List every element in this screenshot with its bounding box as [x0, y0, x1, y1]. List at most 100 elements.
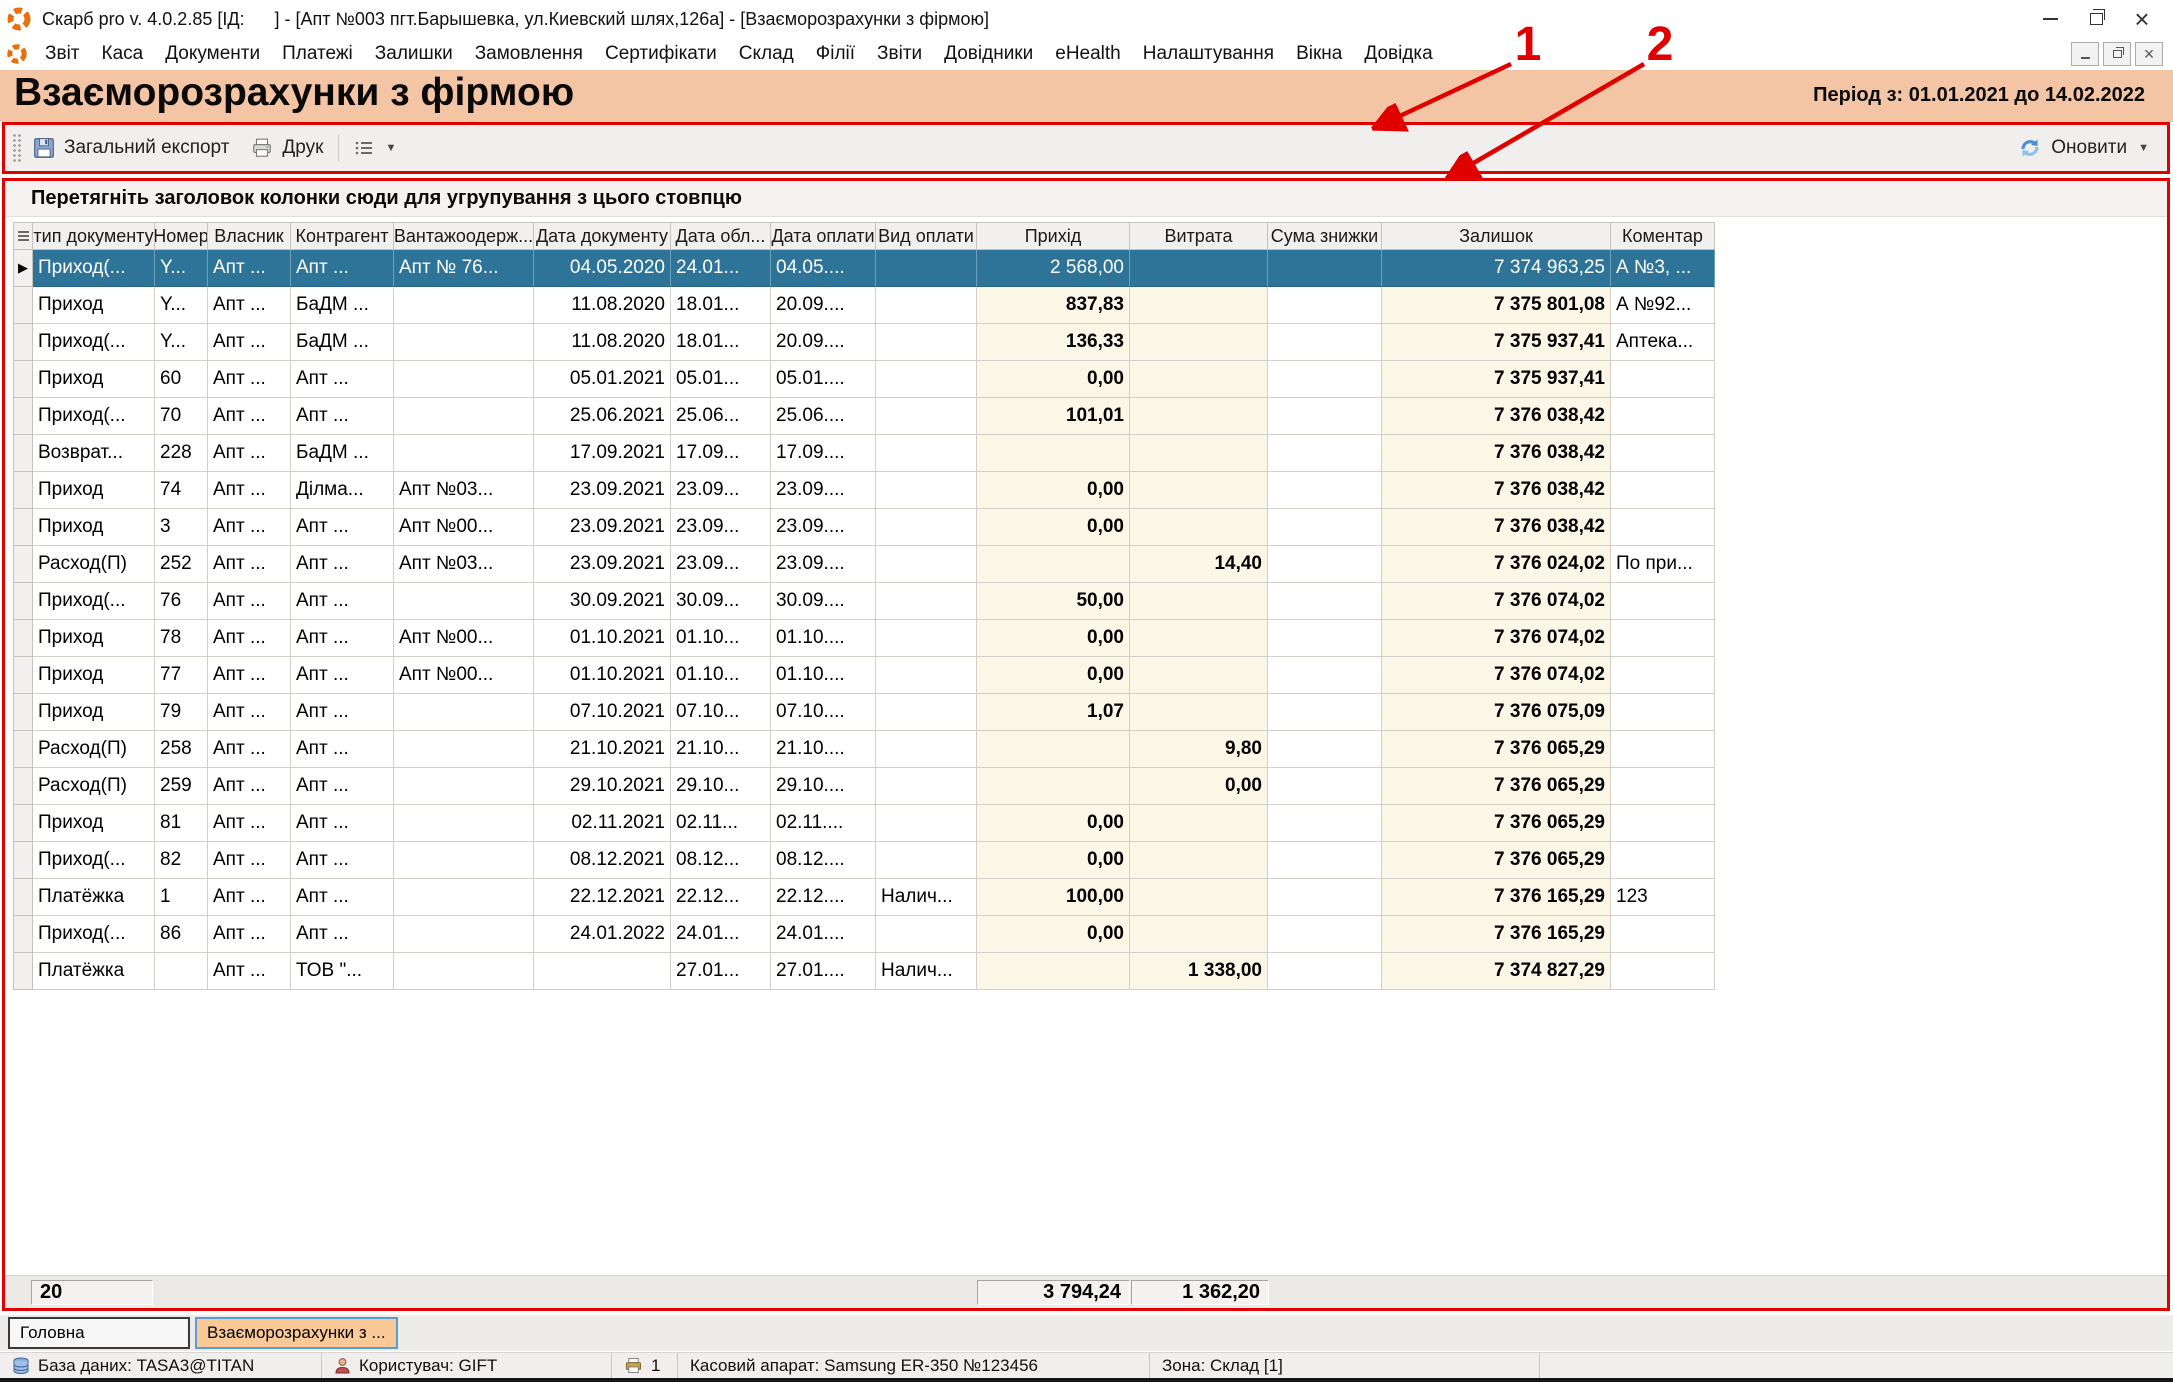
cell[interactable]: Налич...	[876, 879, 977, 916]
menu-item[interactable]: Довідники	[933, 43, 1044, 65]
cell[interactable]: 0,00	[1130, 768, 1268, 805]
column-header[interactable]: Прихід	[977, 222, 1130, 250]
cell[interactable]	[876, 805, 977, 842]
cell[interactable]	[1268, 768, 1382, 805]
cell[interactable]	[1130, 916, 1268, 953]
cell[interactable]	[1611, 472, 1715, 509]
cell[interactable]: Апт ...	[291, 805, 394, 842]
cell[interactable]: Апт ...	[208, 287, 291, 324]
cell[interactable]	[1130, 472, 1268, 509]
menu-item[interactable]: Довідка	[1353, 43, 1443, 65]
column-header[interactable]: Дата обл...	[671, 222, 771, 250]
cell[interactable]	[977, 435, 1130, 472]
menu-item[interactable]: Налаштування	[1132, 43, 1285, 65]
cell[interactable]	[1130, 398, 1268, 435]
cell[interactable]: 7 376 074,02	[1382, 657, 1611, 694]
cell[interactable]: 0,00	[977, 916, 1130, 953]
cell[interactable]	[1268, 324, 1382, 361]
row-selector[interactable]	[13, 435, 33, 472]
cell[interactable]: 7 376 065,29	[1382, 842, 1611, 879]
cell[interactable]: 22.12....	[771, 879, 876, 916]
cell[interactable]: Ділма...	[291, 472, 394, 509]
cell[interactable]	[534, 953, 671, 990]
cell[interactable]: 23.09...	[671, 546, 771, 583]
cell[interactable]: 08.12....	[771, 842, 876, 879]
cell[interactable]: 0,00	[977, 472, 1130, 509]
cell[interactable]: 78	[155, 620, 208, 657]
cell[interactable]: 100,00	[977, 879, 1130, 916]
cell[interactable]: 20.09....	[771, 324, 876, 361]
cell[interactable]	[1611, 435, 1715, 472]
cell[interactable]: Апт №00...	[394, 657, 534, 694]
cell[interactable]: 101,01	[977, 398, 1130, 435]
cell[interactable]: 29.10.2021	[534, 768, 671, 805]
cell[interactable]	[876, 916, 977, 953]
cell[interactable]: 02.11...	[671, 805, 771, 842]
cell[interactable]: 74	[155, 472, 208, 509]
refresh-button[interactable]: Оновити ▼	[2018, 136, 2167, 160]
table-row[interactable]: Приход(...86Апт ...Апт ...24.01.202224.0…	[13, 916, 2167, 953]
cell[interactable]: 24.01...	[671, 250, 771, 287]
cell[interactable]	[876, 250, 977, 287]
cell[interactable]	[876, 435, 977, 472]
cell[interactable]	[1268, 361, 1382, 398]
cell[interactable]: 07.10....	[771, 694, 876, 731]
cell[interactable]	[1268, 731, 1382, 768]
column-header[interactable]: Вантажоодерж...	[394, 222, 534, 250]
cell[interactable]: Апт ...	[208, 842, 291, 879]
table-row[interactable]: Приход78Апт ...Апт ...Апт №00...01.10.20…	[13, 620, 2167, 657]
row-selector[interactable]	[13, 583, 33, 620]
cell[interactable]	[394, 842, 534, 879]
cell[interactable]: Апт ...	[208, 768, 291, 805]
table-row[interactable]: Приход(...70Апт ...Апт ...25.06.202125.0…	[13, 398, 2167, 435]
cell[interactable]: Приход(...	[33, 583, 155, 620]
cell[interactable]: 08.12...	[671, 842, 771, 879]
restore-button[interactable]	[2073, 0, 2119, 38]
cell[interactable]: 7 374 827,29	[1382, 953, 1611, 990]
cell[interactable]	[1611, 731, 1715, 768]
cell[interactable]: 30.09....	[771, 583, 876, 620]
cell[interactable]: 21.10...	[671, 731, 771, 768]
cell[interactable]: Апт ...	[208, 361, 291, 398]
cell[interactable]: 7 375 937,41	[1382, 324, 1611, 361]
cell[interactable]	[1268, 879, 1382, 916]
cell[interactable]	[1130, 324, 1268, 361]
column-header[interactable]: Витрата	[1130, 222, 1268, 250]
cell[interactable]: 07.10.2021	[534, 694, 671, 731]
cell[interactable]: А №3, ...	[1611, 250, 1715, 287]
cell[interactable]	[1130, 842, 1268, 879]
cell[interactable]: Приход	[33, 472, 155, 509]
cell[interactable]: 25.06...	[671, 398, 771, 435]
cell[interactable]: Апт ...	[291, 657, 394, 694]
cell[interactable]	[394, 916, 534, 953]
row-selector[interactable]	[13, 546, 33, 583]
row-selector[interactable]	[13, 620, 33, 657]
table-row[interactable]: Расход(П)258Апт ...Апт ...21.10.202121.1…	[13, 731, 2167, 768]
cell[interactable]: 01.10....	[771, 620, 876, 657]
table-row[interactable]: Приход(...Y...Апт ...БаДМ ...11.08.20201…	[13, 324, 2167, 361]
cell[interactable]: Апт ...	[208, 398, 291, 435]
cell[interactable]: Апт ...	[291, 842, 394, 879]
cell[interactable]: 01.10...	[671, 620, 771, 657]
cell[interactable]: 25.06.2021	[534, 398, 671, 435]
cell[interactable]	[977, 731, 1130, 768]
toolbar-grip[interactable]	[12, 133, 22, 163]
row-selector[interactable]	[13, 472, 33, 509]
cell[interactable]	[1130, 657, 1268, 694]
cell[interactable]: 24.01...	[671, 916, 771, 953]
cell[interactable]: 252	[155, 546, 208, 583]
cell[interactable]: 20.09....	[771, 287, 876, 324]
cell[interactable]: Приход	[33, 361, 155, 398]
menu-item[interactable]: Замовлення	[464, 43, 594, 65]
export-button[interactable]: Загальний експорт	[22, 130, 240, 166]
cell[interactable]: 77	[155, 657, 208, 694]
cell[interactable]: 7 375 801,08	[1382, 287, 1611, 324]
cell[interactable]: Приход	[33, 694, 155, 731]
column-header[interactable]: Власник	[208, 222, 291, 250]
print-button[interactable]: Друк	[240, 130, 334, 166]
cell[interactable]: 23.09.2021	[534, 509, 671, 546]
cell[interactable]: Y...	[155, 324, 208, 361]
cell[interactable]: 60	[155, 361, 208, 398]
minimize-button[interactable]	[2027, 0, 2073, 38]
column-header[interactable]: Залишок	[1382, 222, 1611, 250]
